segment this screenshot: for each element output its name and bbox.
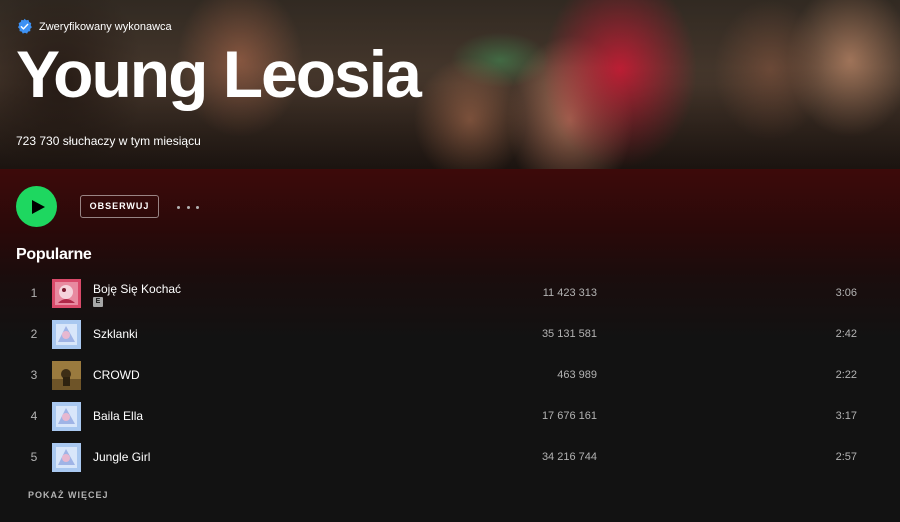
track-row[interactable]: 4 Baila Ella 17 676 161 3:17 [16,396,884,437]
track-row[interactable]: 3 CROWD 463 989 2:22 [16,355,884,396]
track-play-count: 35 131 581 [541,328,597,340]
track-duration: 2:22 [835,369,857,381]
track-number: 4 [30,409,38,423]
artist-name: Young Leosia [16,37,422,111]
track-title[interactable]: Szklanki [93,314,138,355]
track-title[interactable]: Baila Ella [93,396,143,437]
track-play-count: 17 676 161 [541,410,597,422]
album-cover [52,402,81,431]
more-options-button[interactable] [177,198,199,216]
play-button[interactable] [16,186,57,227]
track-number: 2 [30,327,38,341]
popular-section-title: Popularne [16,246,92,263]
album-cover [52,279,81,308]
play-icon [32,199,45,214]
track-duration: 2:42 [835,328,857,340]
track-row[interactable]: 1 Boję Się Kochać E 11 423 313 3:06 [16,273,884,314]
show-more-button[interactable]: POKAŻ WIĘCEJ [28,490,109,500]
track-play-count: 11 423 313 [542,287,597,299]
follow-button[interactable]: OBSERWUJ [80,195,159,218]
track-duration: 2:57 [835,451,857,463]
monthly-listeners: 723 730 słuchaczy w tym miesiącu [16,134,201,148]
track-title[interactable]: CROWD [93,355,140,396]
track-number: 5 [30,450,38,464]
verified-label: Zweryfikowany wykonawca [39,20,172,33]
track-title[interactable]: Boję Się Kochać [93,282,181,296]
popular-tracks-list: 1 Boję Się Kochać E 11 423 313 3:06 2 Sz… [16,273,884,478]
track-play-count: 34 216 744 [541,451,597,463]
track-title[interactable]: Jungle Girl [93,437,150,478]
track-number: 1 [30,286,38,300]
track-duration: 3:17 [835,410,857,422]
track-play-count: 463 989 [557,369,597,381]
verified-check-icon [16,18,33,35]
verified-badge: Zweryfikowany wykonawca [16,18,172,35]
album-cover [52,320,81,349]
track-row[interactable]: 2 Szklanki 35 131 581 2:42 [16,314,884,355]
track-row[interactable]: 5 Jungle Girl 34 216 744 2:57 [16,437,884,478]
album-cover [52,361,81,390]
track-duration: 3:06 [835,287,857,299]
more-horizontal-icon [177,205,180,209]
explicit-badge: E [93,297,103,307]
track-number: 3 [30,368,38,382]
album-cover [52,443,81,472]
